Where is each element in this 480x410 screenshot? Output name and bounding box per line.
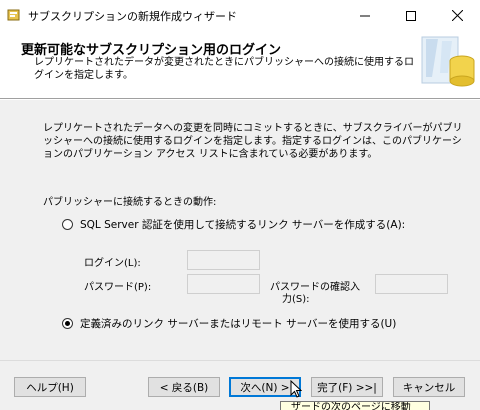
login-label: ログイン(L): <box>84 258 141 269</box>
minimize-icon <box>360 15 370 16</box>
behavior-label: パブリッシャーに接続するときの動作: <box>43 197 217 208</box>
login-field[interactable] <box>187 250 260 270</box>
cancel-button[interactable]: キャンセル <box>393 377 465 397</box>
back-button[interactable]: < 戻る(B) <box>148 377 220 397</box>
close-icon <box>451 10 463 21</box>
close-button[interactable] <box>434 0 480 31</box>
maximize-button[interactable] <box>388 0 434 31</box>
confirm-password-field[interactable] <box>375 274 448 294</box>
page-description: レプリケートされたデータへの変更を同時にコミットするときに、サブスクライバーがパ… <box>43 123 463 160</box>
wizard-app-icon <box>7 9 20 21</box>
next-button-tooltip: ザードの次のページに移動 <box>280 401 430 410</box>
maximize-icon <box>406 10 416 21</box>
window-title: サブスクリプションの新規作成ウィザード <box>28 10 237 23</box>
help-button[interactable]: ヘルプ(H) <box>14 377 86 397</box>
minimize-button[interactable] <box>342 0 388 31</box>
sql-auth-radio[interactable] <box>62 219 73 230</box>
database-wizard-graphic <box>421 36 475 87</box>
title-bar: サブスクリプションの新規作成ウィザード <box>0 0 480 31</box>
page-subtitle: レプリケートされたデータが変更されたときにパブリッシャーへの接続に使用するログイ… <box>34 57 414 81</box>
linked-server-option[interactable]: 定義済みのリンク サーバーまたはリモート サーバーを使用する(U) <box>62 316 396 331</box>
password-label: パスワード(P): <box>84 282 152 293</box>
confirm-password-label-line2: 力(S): <box>282 294 310 305</box>
wizard-content: レプリケートされたデータへの変更を同時にコミットするときに、サブスクライバーがパ… <box>0 100 480 360</box>
sql-auth-option[interactable]: SQL Server 認証を使用して接続するリンク サーバーを作成する(A): <box>62 217 405 232</box>
mouse-cursor-icon <box>290 380 302 398</box>
sql-auth-label: SQL Server 認証を使用して接続するリンク サーバーを作成する(A): <box>80 219 406 231</box>
wizard-header: 更新可能なサブスクリプション用のログイン レプリケートされたデータが変更されたと… <box>0 31 480 99</box>
linked-server-label: 定義済みのリンク サーバーまたはリモート サーバーを使用する(U) <box>80 318 397 330</box>
linked-server-radio[interactable] <box>62 318 73 329</box>
finish-button[interactable]: 完了(F) >>| <box>311 377 383 397</box>
password-field[interactable] <box>187 274 260 294</box>
